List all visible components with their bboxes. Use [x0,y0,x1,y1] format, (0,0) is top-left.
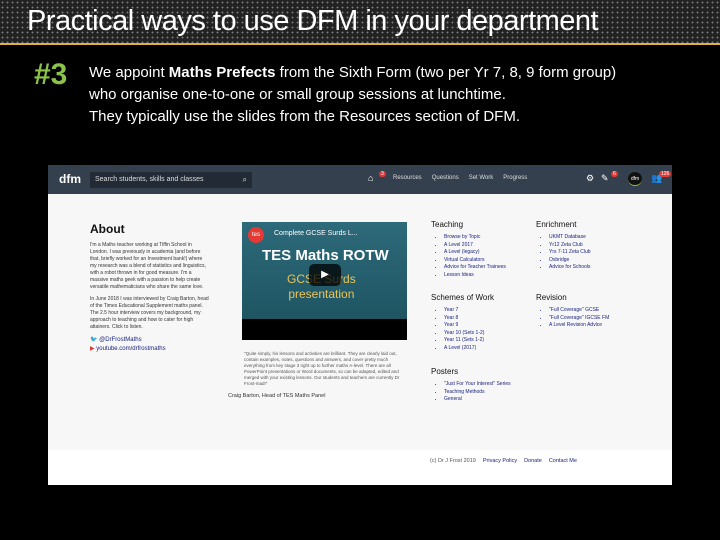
search-placeholder: Search students, skills and classes [95,176,204,183]
schemes-section: Schemes of Work Year 7Year 8Year 9Year 1… [431,293,494,352]
section-title: Schemes of Work [431,293,494,302]
testimonial-quote: "Quite simply, his lessons and activitie… [244,351,400,386]
copyright: (c) Dr J Frost 2019 [430,458,476,464]
video-thumbnail: tes Complete GCSE Surds L... TES Maths R… [242,222,407,319]
pencil-icon[interactable]: ✎ [601,173,609,184]
search-input[interactable]: Search students, skills and classes ⌕ [90,172,252,188]
link[interactable]: Year 11 (Sets 1-2) [444,337,494,345]
twitter-icon: 🐦 [90,337,100,343]
enrichment-section: Enrichment UKMT DatabaseYr12 Zeta ClubYr… [536,220,591,272]
link[interactable]: Advice for Teacher Trainees [444,264,506,272]
edit-badge: 6 [611,171,618,177]
link[interactable]: Browse by Topic [444,234,506,242]
contact-link[interactable]: Contact Me [549,458,577,464]
link[interactable]: Teaching Methods [444,389,511,397]
link[interactable]: General [444,396,511,404]
link[interactable]: "Just For Your Interest" Series [444,381,511,389]
about-paragraph: I'm a Maths teacher working at Tiffin Sc… [90,242,206,290]
link[interactable]: Advice for Schools [549,264,591,272]
posters-section: Posters "Just For Your Interest" SeriesT… [431,367,511,404]
donate-link[interactable]: Donate [524,458,542,464]
link[interactable]: "Full Coverage" GCSE [549,307,609,315]
tes-logo: tes [248,227,264,243]
testimonial-cite: Craig Barton, Head of TES Maths Panel [228,393,326,399]
section-title: Enrichment [536,220,577,229]
dfm-screenshot: dfm Search students, skills and classes ⌕… [48,165,672,485]
teaching-section: Teaching Browse by TopicA Level 2017A Le… [431,220,506,279]
logo[interactable]: dfm [59,172,81,186]
bold-text: Maths Prefects [168,64,276,81]
users-badge: 126 [659,171,672,177]
twitter-label: @DrFrostMaths [99,337,142,343]
about-title: About [90,222,125,236]
privacy-link[interactable]: Privacy Policy [483,458,517,464]
footer: (c) Dr J Frost 2019 Privacy Policy Donat… [430,458,577,464]
link[interactable]: Yr12 Zeta Club [549,242,591,250]
link[interactable]: A Level (2017) [444,345,494,353]
link[interactable]: Year 10 (Sets 1-2) [444,330,494,338]
video-title: Complete GCSE Surds L... [274,230,358,237]
avatar[interactable]: dfm [628,172,642,186]
revision-section: Revision "Full Coverage" GCSE"Full Cover… [536,293,609,330]
link[interactable]: Year 9 [444,322,494,330]
gear-icon[interactable]: ⚙ [586,173,594,184]
section-title: Teaching [431,220,464,229]
nav-progress[interactable]: Progress [503,175,527,181]
nav-questions[interactable]: Questions [432,175,459,181]
slide-text: We appoint Maths Prefects from the Sixth… [89,62,616,128]
youtube-label: youtube.com/drfrostmaths [96,346,166,352]
video-player[interactable]: tes Complete GCSE Surds L... TES Maths R… [242,222,407,340]
section-title: Posters [431,367,459,376]
link[interactable]: Oxbridge [549,257,591,265]
home-icon[interactable]: ⌂ [368,173,373,183]
text: who organise one-to-one or small group s… [89,86,506,103]
link[interactable]: Year 8 [444,315,494,323]
search-icon[interactable]: ⌕ [243,175,247,185]
link[interactable]: Virtual Calculators [444,257,506,265]
about-paragraph: In June 2018 I was interviewed by Craig … [90,296,209,330]
youtube-link[interactable]: ▶ youtube.com/drfrostmaths [90,345,210,354]
video-headline: TES Maths ROTW [262,247,389,264]
home-badge: 3 [379,171,386,177]
link[interactable]: UKMT Database [549,234,591,242]
nav-bar: dfm Search students, skills and classes ⌕… [48,165,672,194]
link[interactable]: A Level 2017 [444,242,506,250]
text: They typically use the slides from the R… [89,108,521,125]
link[interactable]: "Full Coverage" IGCSE FM [549,315,609,323]
play-button[interactable]: ▶ [309,264,341,286]
nav-set-work[interactable]: Set Work [469,175,494,181]
nav-links: Resources Questions Set Work Progress [393,175,527,181]
section-title: Revision [536,293,567,302]
nav-resources[interactable]: Resources [393,175,422,181]
link[interactable]: Year 7 [444,307,494,315]
twitter-link[interactable]: 🐦 @DrFrostMaths [90,336,210,345]
text: from the Sixth Form (two per Yr 7, 8, 9 … [275,64,617,81]
link[interactable]: A Level (legacy) [444,249,506,257]
main-content: About I'm a Maths teacher working at Tif… [48,194,672,450]
link[interactable]: A Level Revision Advice [549,322,609,330]
slide-header: Practical ways to use DFM in your depart… [0,0,720,45]
link[interactable]: Yrs 7-11 Zeta Club [549,249,591,257]
slide-number: #3 [34,58,68,91]
about-section: About I'm a Maths teacher working at Tif… [90,222,210,354]
text: We appoint [89,64,169,81]
video-sub2: presentation [288,287,355,301]
slide-title: Practical ways to use DFM in your depart… [27,5,599,37]
link[interactable]: Lesson Ideas [444,272,506,280]
